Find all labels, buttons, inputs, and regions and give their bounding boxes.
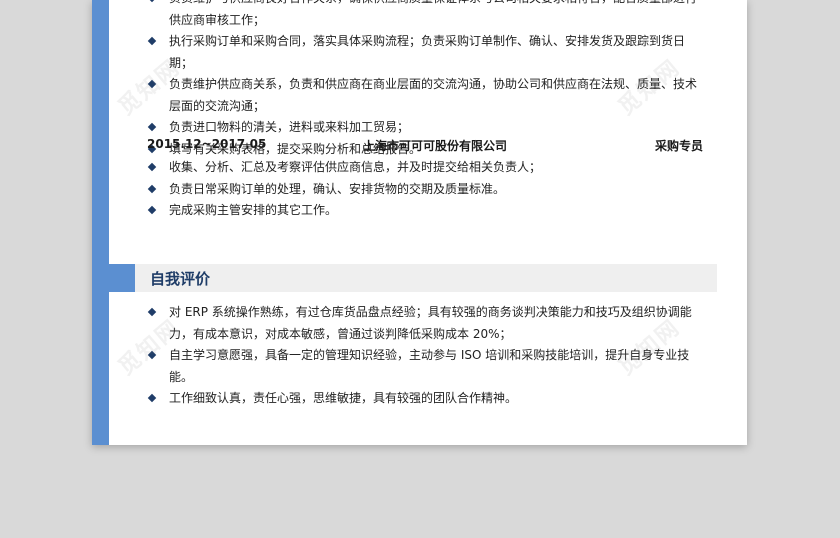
- list-item: 收集、分析、汇总及考察评估供应商信息，并及时提交给相关负责人；: [147, 157, 707, 179]
- diamond-bullet-icon: [147, 36, 157, 46]
- diamond-bullet-icon: [147, 205, 157, 215]
- list-item: 执行采购订单和采购合同，落实具体采购流程；负责采购订单制作、确认、安排发货及跟踪…: [147, 31, 707, 74]
- section-marker: [109, 264, 135, 292]
- job2-header: 2015.12~2017.05 上海市可可可股份有限公司 采购专员: [147, 137, 703, 155]
- section-title-self-eval: 自我评价: [150, 270, 211, 288]
- job1-duties: 负责维护与供应商良好合作关系，确保供应商质量保证体系与公司相关要求相符合，配合质…: [147, 0, 707, 160]
- diamond-bullet-icon: [147, 307, 157, 317]
- accent-bar: [92, 0, 109, 445]
- job2-date: 2015.12~2017.05: [147, 137, 267, 151]
- diamond-bullet-icon: [147, 393, 157, 403]
- resume-page: 负责维护与供应商良好合作关系，确保供应商质量保证体系与公司相关要求相符合，配合质…: [92, 0, 747, 445]
- job2-company: 上海市可可可股份有限公司: [363, 139, 508, 153]
- list-item: 工作细致认真，责任心强，思维敏捷，具有较强的团队合作精神。: [147, 388, 707, 410]
- list-item: 负责日常采购订单的处理，确认、安排货物的交期及质量标准。: [147, 179, 707, 201]
- list-item: 对 ERP 系统操作熟练，有过仓库货品盘点经验；具有较强的商务谈判决策能力和技巧…: [147, 302, 707, 345]
- job2-role: 采购专员: [654, 139, 703, 153]
- diamond-bullet-icon: [147, 0, 157, 3]
- diamond-bullet-icon: [147, 122, 157, 132]
- diamond-bullet-icon: [147, 162, 157, 172]
- list-item: 负责维护与供应商良好合作关系，确保供应商质量保证体系与公司相关要求相符合，配合质…: [147, 0, 707, 31]
- list-item: 负责进口物料的清关，进料或来料加工贸易；: [147, 117, 707, 139]
- diamond-bullet-icon: [147, 184, 157, 193]
- job2-duties: 收集、分析、汇总及考察评估供应商信息，并及时提交给相关负责人； 负责日常采购订单…: [147, 157, 707, 222]
- list-item: 完成采购主管安排的其它工作。: [147, 200, 707, 222]
